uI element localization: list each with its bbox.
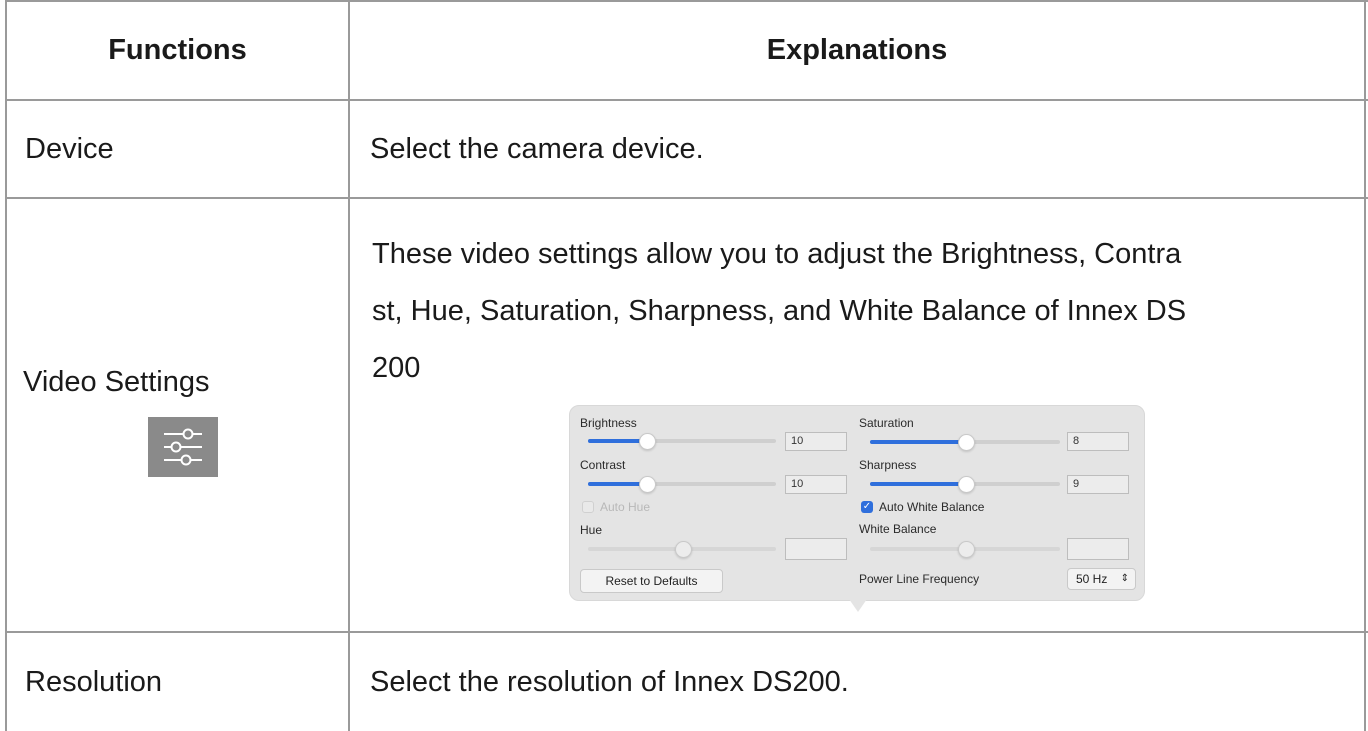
hue-thumb[interactable] bbox=[675, 541, 692, 558]
contrast-value[interactable]: 10 bbox=[785, 475, 847, 494]
explanation-resolution: Select the resolution of Innex DS200. bbox=[370, 665, 849, 698]
saturation-fill bbox=[870, 440, 965, 444]
explanation-video-settings: These video settings allow you to adjust… bbox=[372, 226, 1352, 397]
explanation-line: 200 bbox=[372, 352, 421, 384]
saturation-label: Saturation bbox=[859, 416, 914, 430]
saturation-thumb[interactable] bbox=[958, 434, 975, 451]
contrast-slider[interactable] bbox=[588, 476, 776, 493]
hue-value[interactable] bbox=[785, 538, 847, 560]
auto-hue-label: Auto Hue bbox=[600, 500, 651, 514]
explanation-device: Select the camera device. bbox=[370, 132, 704, 165]
white-balance-label: White Balance bbox=[859, 522, 937, 536]
explanation-line: These video settings allow you to adjust… bbox=[372, 238, 1182, 270]
hue-label: Hue bbox=[580, 523, 603, 537]
header-functions: Functions bbox=[108, 34, 247, 66]
function-device: Device bbox=[25, 132, 114, 165]
popover-pointer bbox=[849, 599, 867, 612]
table-border-right bbox=[1364, 0, 1366, 731]
contrast-thumb[interactable] bbox=[639, 476, 656, 493]
contrast-label: Contrast bbox=[580, 458, 626, 472]
chevron-up-down-icon: ⇕ bbox=[1120, 573, 1129, 584]
white-balance-slider[interactable] bbox=[870, 541, 1060, 558]
brightness-thumb[interactable] bbox=[639, 433, 656, 450]
brightness-slider[interactable] bbox=[588, 433, 776, 450]
white-balance-thumb[interactable] bbox=[958, 541, 975, 558]
explanation-line: st, Hue, Saturation, Sharpness, and Whit… bbox=[372, 295, 1187, 327]
functions-table: Functions Explanations Device Select the… bbox=[5, 0, 1368, 731]
hue-slider[interactable] bbox=[588, 541, 776, 558]
auto-white-balance-checkbox[interactable]: ✓ bbox=[861, 501, 873, 513]
white-balance-value[interactable] bbox=[1067, 538, 1129, 560]
sliders-icon bbox=[148, 417, 218, 477]
header-explanations: Explanations bbox=[766, 34, 948, 66]
sharpness-thumb[interactable] bbox=[958, 476, 975, 493]
sharpness-slider[interactable] bbox=[870, 476, 1060, 493]
brightness-label: Brightness bbox=[580, 416, 637, 430]
row-divider bbox=[5, 197, 1368, 199]
video-settings-panel: Brightness 10 Contrast 10 Auto Hue Hue R… bbox=[569, 405, 1145, 601]
power-line-frequency-select[interactable]: 50 Hz ⇕ bbox=[1067, 568, 1136, 590]
power-line-frequency-value: 50 Hz bbox=[1076, 572, 1108, 586]
brightness-value[interactable]: 10 bbox=[785, 432, 847, 451]
brightness-fill bbox=[588, 439, 646, 443]
auto-white-balance-label: Auto White Balance bbox=[879, 500, 985, 514]
saturation-value[interactable]: 8 bbox=[1067, 432, 1129, 451]
sharpness-value[interactable]: 9 bbox=[1067, 475, 1129, 494]
auto-hue-checkbox[interactable] bbox=[582, 501, 594, 513]
function-video-settings: Video Settings bbox=[23, 366, 210, 398]
sharpness-label: Sharpness bbox=[859, 458, 917, 472]
contrast-fill bbox=[588, 482, 646, 486]
power-line-frequency-label: Power Line Frequency bbox=[859, 572, 980, 586]
sharpness-fill bbox=[870, 482, 965, 486]
saturation-slider[interactable] bbox=[870, 434, 1060, 451]
function-resolution: Resolution bbox=[25, 665, 163, 698]
reset-to-defaults-button[interactable]: Reset to Defaults bbox=[580, 569, 723, 593]
